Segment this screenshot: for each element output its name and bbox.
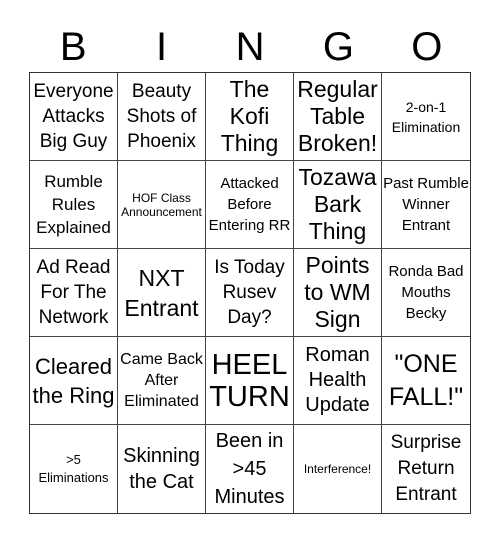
bingo-cell[interactable]: Came Back After Eliminated [118,337,206,425]
bingo-cell[interactable]: Skinning the Cat [118,425,206,513]
cell-text: Beauty Shots of Phoenix [126,81,197,152]
cell-text: Rumble Rules Explained [36,172,111,237]
bingo-cell[interactable]: Rumble Rules Explained [30,161,118,249]
bingo-cell[interactable]: Is Today Rusev Day? [206,249,294,337]
bingo-cell[interactable]: Tozawa Bark Thing [294,161,382,249]
bingo-cell[interactable]: Roman Health Update [294,337,382,425]
header-letter-g: G [322,25,354,69]
bingo-cell[interactable]: Attacked Before Entering RR [206,161,294,249]
cell-text: Ad Read For The Network [36,257,111,328]
bingo-cell[interactable]: Interference! [294,425,382,513]
cell-text: Ronda Bad Mouths Becky [388,263,464,322]
header-letter-i: I [156,25,168,69]
cell-text: Cleared the Ring [32,353,115,408]
bingo-cell[interactable]: Points to WM Sign [294,249,382,337]
bingo-cell[interactable]: The Kofi Thing [206,73,294,161]
cell-text: Tozawa Bark Thing [298,164,377,244]
header-letter-o: O [411,25,443,69]
bingo-cell[interactable]: HEEL TURN [206,337,294,425]
cell-text: HEEL TURN [209,348,290,413]
bingo-cell[interactable]: Surprise Return Entrant [382,425,470,513]
cell-text: Points to WM Sign [304,252,371,332]
bingo-cell[interactable]: NXT Entrant [118,249,206,337]
bingo-cell[interactable]: "ONE FALL!" [382,337,470,425]
cell-text: NXT Entrant [124,264,199,321]
cell-text: Attacked Before Entering RR [208,175,291,234]
cell-text: The Kofi Thing [220,76,279,156]
bingo-cell[interactable]: Beauty Shots of Phoenix [118,73,206,161]
bingo-cell[interactable]: Everyone Attacks Big Guy [30,73,118,161]
header-letter-n: N [235,25,265,69]
bingo-header: B I N G O [29,22,471,72]
bingo-cell[interactable]: Ad Read For The Network [30,249,118,337]
bingo-cell[interactable]: HOF Class Announcement [118,161,206,249]
cell-text: Past Rumble Winner Entrant [383,175,469,234]
bingo-cell[interactable]: Cleared the Ring [30,337,118,425]
cell-text: Skinning the Cat [123,445,200,493]
cell-text: Interference! [303,461,372,476]
cell-text: Regular Table Broken! [297,76,378,156]
bingo-cell[interactable]: Ronda Bad Mouths Becky [382,249,470,337]
bingo-cell[interactable]: Past Rumble Winner Entrant [382,161,470,249]
bingo-cell[interactable]: Regular Table Broken! [294,73,382,161]
cell-text: Roman Health Update [305,344,370,416]
cell-text: HOF Class Announcement [121,190,202,219]
cell-text: Everyone Attacks Big Guy [33,81,114,152]
cell-text: Been in >45 Minutes [214,430,285,508]
header-letter-b: B [59,25,87,69]
bingo-cell[interactable]: 2-on-1 Elimination [382,73,470,161]
cell-text: Surprise Return Entrant [390,432,462,505]
cell-text: Is Today Rusev Day? [214,257,285,328]
cell-text: >5 Eliminations [38,452,109,485]
cell-text: "ONE FALL!" [388,349,464,411]
bingo-cell[interactable]: Been in >45 Minutes [206,425,294,513]
cell-text: Came Back After Eliminated [120,351,203,410]
bingo-grid: Everyone Attacks Big Guy Beauty Shots of… [29,72,471,514]
cell-text: 2-on-1 Elimination [391,98,461,135]
bingo-cell[interactable]: >5 Eliminations [30,425,118,513]
